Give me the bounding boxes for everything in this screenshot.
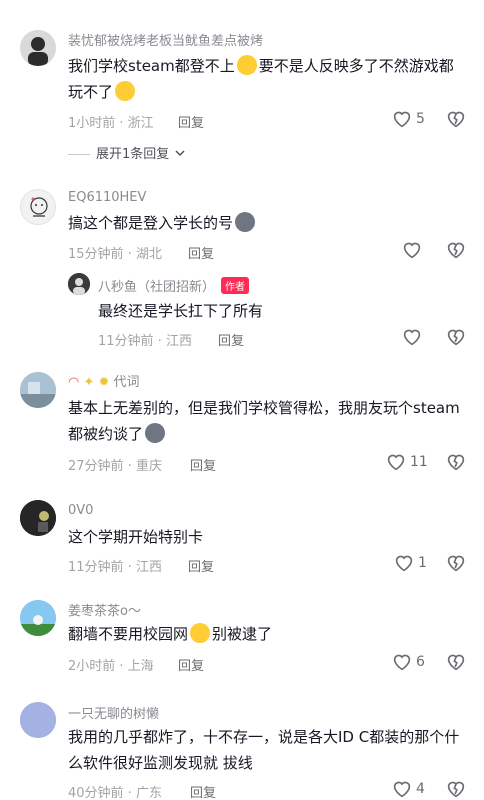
broken-heart-icon	[447, 454, 465, 471]
dislike-button[interactable]	[446, 453, 466, 475]
heart-icon	[395, 555, 413, 572]
broken-heart-icon	[447, 654, 465, 671]
author-badge: 作者	[221, 277, 250, 294]
like-button[interactable]: 4	[392, 780, 425, 798]
avatar[interactable]	[20, 372, 56, 408]
avatar[interactable]	[20, 600, 56, 636]
broken-heart-icon	[447, 781, 465, 798]
heart-icon	[393, 111, 411, 128]
comment-time-location: 15分钟前 · 湖北	[68, 247, 162, 262]
dislike-button[interactable]	[446, 653, 466, 675]
broken-heart-icon	[447, 555, 465, 572]
comment-username[interactable]: 一只无聊的树懒	[68, 703, 159, 722]
rainbow-icon: ◠	[68, 375, 80, 390]
comment-text-part: 我们学校steam都登不上	[68, 57, 235, 75]
broken-heart-icon	[447, 111, 465, 128]
reply-button[interactable]: 回复	[190, 782, 216, 800]
chevron-down-icon	[175, 150, 185, 157]
comment-time-location: 40分钟前 · 广东	[68, 786, 162, 800]
like-count: 5	[416, 111, 425, 127]
heart-icon	[393, 781, 411, 798]
comment-text: 我用的几乎都炸了，十不存一，说是各大ID C都装的那个什么软件很好监测发现就 拔…	[68, 728, 460, 772]
comment-text: 基本上无差别的，但是我们学校管得松，我朋友玩个steam都被约谈了	[68, 395, 460, 447]
reply-button[interactable]: 回复	[188, 243, 214, 262]
sparkle-icon: ✦	[79, 375, 99, 390]
dislike-button[interactable]	[446, 554, 466, 576]
sleepy-emoji-icon	[236, 55, 257, 75]
username-label: 代词	[113, 375, 140, 390]
heart-icon	[403, 242, 421, 259]
dislike-button[interactable]	[446, 328, 466, 350]
username-label: 八秒鱼（社团招新）	[98, 280, 216, 295]
reply-button[interactable]: 回复	[190, 455, 216, 474]
reply-button[interactable]: 回复	[188, 556, 214, 575]
dislike-button[interactable]	[446, 110, 466, 132]
comment-time-location: 1小时前 · 浙江	[68, 116, 154, 131]
like-count: 11	[410, 454, 428, 470]
dislike-button[interactable]	[446, 241, 466, 263]
laughing-crying-emoji-icon	[190, 623, 211, 643]
comment-username[interactable]: 八秒鱼（社团招新） 作者	[98, 276, 250, 295]
comment-username[interactable]: EQ6110HEV	[68, 190, 146, 205]
comment-text-part: 搞这个都是登入学长的号	[68, 214, 234, 232]
like-button[interactable]: 1	[394, 554, 427, 572]
like-button[interactable]	[402, 328, 422, 346]
comment-time-location: 2小时前 · 上海	[68, 659, 154, 674]
comment-text: 翻墙不要用校园网 别被逮了	[68, 621, 468, 647]
avatar[interactable]	[20, 30, 56, 66]
comment-username[interactable]: 装忧郁被烧烤老板当鱿鱼差点被烤	[68, 30, 263, 49]
husky-emoji-icon	[145, 423, 166, 443]
comment-username[interactable]: 姜枣茶茶o～	[68, 600, 141, 619]
comment-text: 我们学校steam都登不上 要不是人反映多了不然游戏都玩不了	[68, 53, 458, 105]
like-count: 1	[418, 555, 427, 571]
comment-time-location: 11分钟前 · 江西	[98, 334, 192, 349]
like-button[interactable]	[402, 241, 422, 259]
expand-replies-button[interactable]: 展开1条回复	[68, 143, 185, 162]
like-count: 4	[416, 781, 425, 797]
comment-text-part: 别被逮了	[212, 625, 273, 643]
reply-button[interactable]: 回复	[178, 655, 204, 674]
reply-button[interactable]: 回复	[178, 112, 204, 131]
comment-text: 这个学期开始特别卡	[68, 528, 204, 546]
like-button[interactable]: 11	[386, 453, 428, 471]
dislike-button[interactable]	[446, 780, 466, 800]
comment-text-part: 翻墙不要用校园网	[68, 625, 189, 643]
broken-heart-icon	[447, 242, 465, 259]
sparkle-icon: ✹	[98, 375, 114, 390]
husky-emoji-icon	[235, 212, 256, 232]
broken-heart-icon	[447, 329, 465, 346]
like-count: 6	[416, 654, 425, 670]
avatar[interactable]	[20, 189, 56, 225]
avatar[interactable]	[68, 273, 90, 295]
comment-username[interactable]: 0V0	[68, 503, 93, 518]
comment-time-location: 27分钟前 · 重庆	[68, 459, 162, 474]
heart-icon	[403, 329, 421, 346]
avatar[interactable]	[20, 702, 56, 738]
like-button[interactable]: 5	[392, 110, 425, 128]
divider-line	[68, 154, 90, 155]
reply-button[interactable]: 回复	[218, 330, 244, 349]
heart-icon	[387, 454, 405, 471]
like-button[interactable]: 6	[392, 653, 425, 671]
comment-text: 搞这个都是登入学长的号	[68, 210, 468, 236]
yum-emoji-icon	[115, 81, 136, 101]
avatar[interactable]	[20, 500, 56, 536]
expand-label: 展开1条回复	[96, 147, 170, 162]
comment-text-part: 基本上无差别的，但是我们学校管得松，我朋友玩个steam都被约谈了	[68, 399, 460, 443]
heart-icon	[393, 654, 411, 671]
comment-username[interactable]: ◠ ✦ ✹ 代词	[68, 371, 140, 390]
comment-text: 最终还是学长扛下了所有	[98, 302, 264, 320]
comment-time-location: 11分钟前 · 江西	[68, 560, 162, 575]
